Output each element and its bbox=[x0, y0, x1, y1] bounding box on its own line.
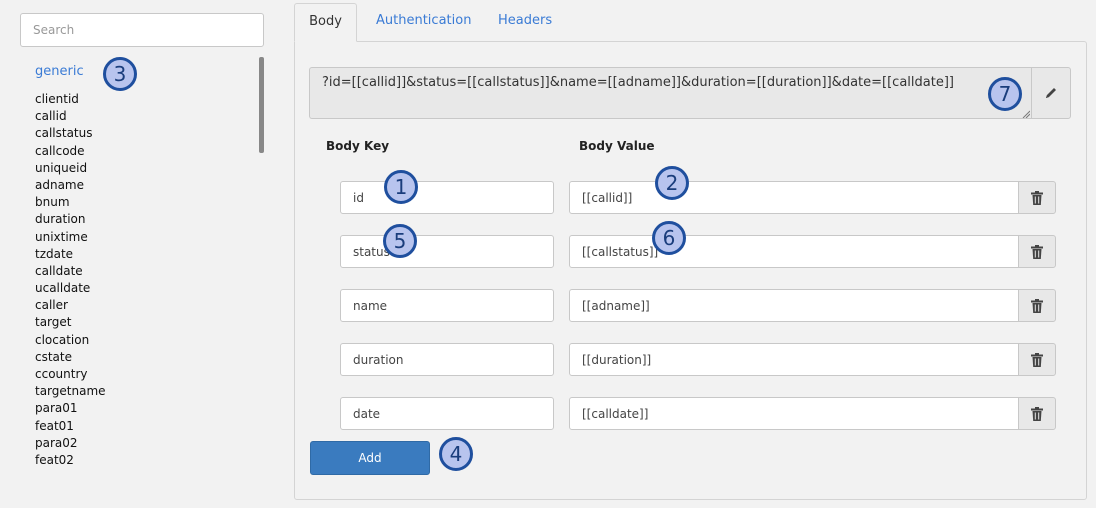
trash-icon bbox=[1031, 244, 1043, 259]
body-key-input[interactable] bbox=[340, 397, 554, 430]
variable-list-scrollbar[interactable] bbox=[259, 57, 264, 153]
variable-item[interactable]: targetname bbox=[35, 383, 106, 400]
trash-icon bbox=[1031, 190, 1043, 205]
callout-badge: 4 bbox=[439, 437, 473, 471]
variable-item[interactable]: cstate bbox=[35, 349, 106, 366]
body-key-input[interactable] bbox=[340, 289, 554, 322]
body-value-input[interactable] bbox=[569, 181, 1019, 214]
callout-badge: 6 bbox=[652, 221, 686, 255]
variable-item[interactable]: ccountry bbox=[35, 366, 106, 383]
variable-item[interactable]: target bbox=[35, 314, 106, 331]
delete-row-button[interactable] bbox=[1018, 235, 1056, 268]
variable-item[interactable]: para01 bbox=[35, 400, 106, 417]
callout-badge: 2 bbox=[655, 166, 689, 200]
tab-authentication[interactable]: Authentication bbox=[362, 3, 485, 42]
variable-item[interactable]: tzdate bbox=[35, 246, 106, 263]
variable-item[interactable]: unixtime bbox=[35, 229, 106, 246]
variable-item[interactable]: feat02 bbox=[35, 452, 106, 469]
body-value-input[interactable] bbox=[569, 343, 1019, 376]
variable-item[interactable]: uniqueid bbox=[35, 160, 106, 177]
pencil-icon bbox=[1046, 88, 1056, 98]
tab-headers[interactable]: Headers bbox=[484, 3, 566, 42]
variable-item[interactable]: calldate bbox=[35, 263, 106, 280]
variable-item[interactable]: callcode bbox=[35, 143, 106, 160]
search-input[interactable] bbox=[20, 13, 264, 47]
query-string-field[interactable]: ?id=[[callid]]&status=[[callstatus]]&nam… bbox=[309, 67, 1031, 119]
variable-item[interactable]: para02 bbox=[35, 435, 106, 452]
variable-item[interactable]: adname bbox=[35, 177, 106, 194]
add-row-button[interactable]: Add bbox=[310, 441, 430, 475]
callout-badge: 5 bbox=[383, 224, 417, 258]
variable-item[interactable]: feat01 bbox=[35, 418, 106, 435]
trash-icon bbox=[1031, 298, 1043, 313]
trash-icon bbox=[1031, 352, 1043, 367]
variable-item[interactable]: caller bbox=[35, 297, 106, 314]
variable-item[interactable]: callid bbox=[35, 108, 106, 125]
variable-list: generic clientid callid callstatus callc… bbox=[20, 57, 266, 469]
delete-row-button[interactable] bbox=[1018, 181, 1056, 214]
resize-handle-icon[interactable] bbox=[1022, 110, 1030, 118]
callout-badge: 3 bbox=[103, 57, 137, 91]
delete-row-button[interactable] bbox=[1018, 289, 1056, 322]
callout-badge: 1 bbox=[384, 170, 418, 204]
variable-item[interactable]: clientid bbox=[35, 91, 106, 108]
edit-query-button[interactable] bbox=[1031, 67, 1071, 119]
body-key-input[interactable] bbox=[340, 181, 554, 214]
variable-item[interactable]: callstatus bbox=[35, 125, 106, 142]
variable-item[interactable]: bnum bbox=[35, 194, 106, 211]
delete-row-button[interactable] bbox=[1018, 343, 1056, 376]
callout-badge: 7 bbox=[988, 77, 1022, 111]
variable-item[interactable]: clocation bbox=[35, 332, 106, 349]
variable-item[interactable]: duration bbox=[35, 211, 106, 228]
delete-row-button[interactable] bbox=[1018, 397, 1056, 430]
body-key-input[interactable] bbox=[340, 235, 554, 268]
body-value-input[interactable] bbox=[569, 397, 1019, 430]
trash-icon bbox=[1031, 406, 1043, 421]
body-key-input[interactable] bbox=[340, 343, 554, 376]
body-key-header: Body Key bbox=[326, 139, 390, 153]
variable-group-generic[interactable]: generic bbox=[35, 64, 84, 79]
variable-item[interactable]: ucalldate bbox=[35, 280, 106, 297]
tab-body[interactable]: Body bbox=[294, 3, 357, 42]
body-value-input[interactable] bbox=[569, 235, 1019, 268]
body-value-input[interactable] bbox=[569, 289, 1019, 322]
body-value-header: Body Value bbox=[579, 139, 655, 153]
